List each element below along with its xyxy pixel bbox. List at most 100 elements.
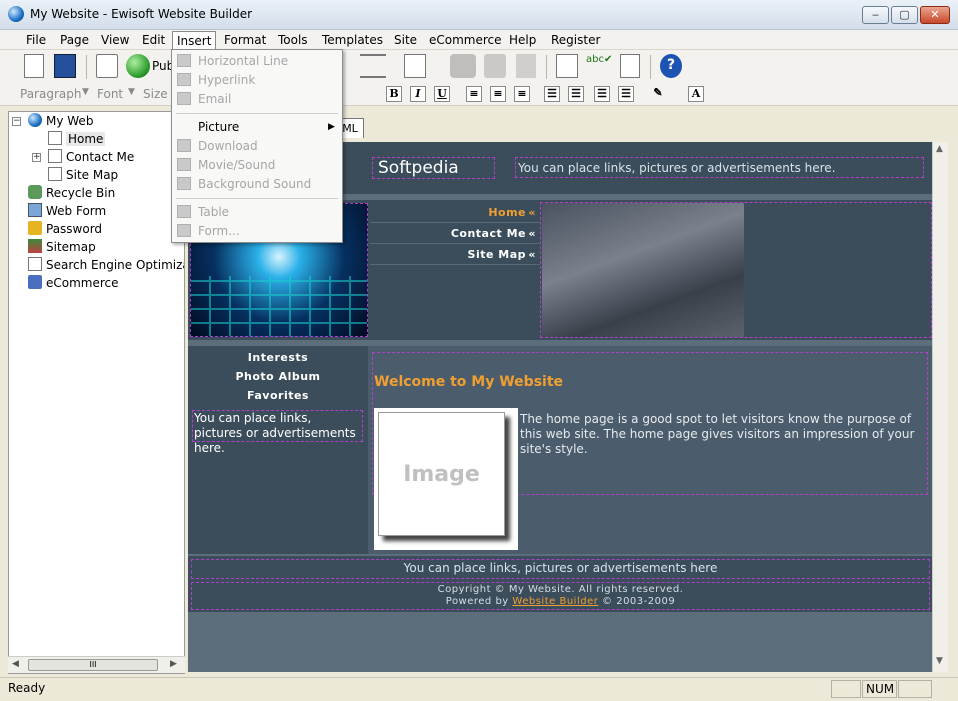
menu-item-email[interactable]: Email xyxy=(172,90,342,108)
nav-link-site-map[interactable]: Site Map « xyxy=(370,244,540,265)
tree-item-ecommerce[interactable]: eCommerce xyxy=(28,275,119,291)
nav-link-contact-me[interactable]: Contact Me « xyxy=(370,223,540,244)
menu-page[interactable]: Page xyxy=(56,32,93,48)
minimize-button[interactable]: ‒ xyxy=(862,6,889,24)
size-select[interactable]: Size xyxy=(143,87,168,101)
publish-icon[interactable] xyxy=(126,54,150,78)
table-icon[interactable] xyxy=(556,54,578,78)
document-icon[interactable] xyxy=(620,54,640,78)
highlight-icon[interactable]: ✎ xyxy=(650,86,666,102)
new-page-icon[interactable] xyxy=(24,54,44,78)
bullet-list-icon[interactable]: ☰ xyxy=(568,86,584,102)
align-right-icon[interactable]: ≡ xyxy=(514,86,530,102)
tree-item-label: Site Map xyxy=(66,168,119,182)
expand-icon[interactable]: + xyxy=(32,153,41,162)
bold-button[interactable]: B xyxy=(386,86,402,102)
insert-picture-icon[interactable] xyxy=(404,54,426,78)
align-center-icon[interactable]: ≡ xyxy=(490,86,506,102)
scroll-up-icon[interactable]: ▲ xyxy=(936,144,943,154)
powered-link[interactable]: Website Builder xyxy=(512,596,598,607)
menu-tools[interactable]: Tools xyxy=(274,32,312,48)
chevron-down-icon[interactable]: ▼ xyxy=(128,87,135,97)
side-link-photo-album[interactable]: Photo Album xyxy=(188,370,368,383)
italic-button[interactable]: I xyxy=(410,86,426,102)
menu-item-form[interactable]: Form... xyxy=(172,222,342,240)
tree-item-my-web[interactable]: My Web xyxy=(28,113,93,129)
menu-format[interactable]: Format xyxy=(220,32,270,48)
menu-view[interactable]: View xyxy=(97,32,133,48)
cart-icon xyxy=(28,275,42,289)
help-icon[interactable]: ? xyxy=(660,54,682,78)
scroll-right-icon[interactable]: ▶ xyxy=(170,659,177,669)
banner-right-box[interactable] xyxy=(540,202,932,338)
nav-arrow-icon: « xyxy=(528,227,536,240)
menu-ecommerce[interactable]: eCommerce xyxy=(425,32,506,48)
image-placeholder[interactable]: Image xyxy=(378,412,505,536)
menu-edit[interactable]: Edit xyxy=(138,32,169,48)
welcome-heading: Welcome to My Website xyxy=(374,374,564,390)
insert-menu-dropdown: Horizontal Line Hyperlink Email Picture ▶… xyxy=(171,49,343,243)
menu-item-movie-sound[interactable]: Movie/Sound xyxy=(172,156,342,174)
save-icon[interactable] xyxy=(54,54,76,78)
toolbar-separator xyxy=(650,55,651,79)
collapse-icon[interactable]: − xyxy=(12,117,21,126)
menu-item-picture[interactable]: Picture ▶ xyxy=(172,118,342,136)
close-button[interactable]: ✕ xyxy=(920,6,950,24)
tree-item-seo[interactable]: Search Engine Optimizati xyxy=(28,257,184,273)
num-lock-indicator: NUM xyxy=(862,680,897,698)
nav-arrow-icon: « xyxy=(528,248,536,261)
scroll-thumb[interactable]: III xyxy=(28,659,158,671)
tree-item-sitemap[interactable]: Sitemap xyxy=(28,239,96,255)
menu-insert[interactable]: Insert xyxy=(172,31,217,50)
menu-item-background-sound[interactable]: Background Sound xyxy=(172,175,342,193)
form-icon xyxy=(28,203,42,217)
sound-icon[interactable] xyxy=(484,54,506,78)
maximize-button[interactable]: ▢ xyxy=(891,6,918,24)
menu-item-download[interactable]: Download xyxy=(172,137,342,155)
menu-item-table[interactable]: Table xyxy=(172,203,342,221)
outdent-icon[interactable]: ☰ xyxy=(594,86,610,102)
menu-item-hyperlink[interactable]: Hyperlink xyxy=(172,71,342,89)
menu-item-horizontal-line[interactable]: Horizontal Line xyxy=(172,52,342,70)
numbered-list-icon[interactable]: ☰ xyxy=(544,86,560,102)
scroll-down-icon[interactable]: ▼ xyxy=(936,656,943,666)
nav-link-home[interactable]: Home « xyxy=(370,202,540,223)
nav-arrow-icon: « xyxy=(528,206,536,219)
spellcheck-icon[interactable]: abc✔ xyxy=(586,54,612,78)
menu-separator xyxy=(176,198,338,199)
tree-horizontal-scrollbar[interactable]: ◀ III ▶ xyxy=(8,656,185,673)
preview-icon[interactable] xyxy=(96,54,118,78)
chevron-down-icon[interactable]: ▼ xyxy=(82,87,89,97)
tree-item-home[interactable]: Home xyxy=(48,131,106,147)
menu-help[interactable]: Help xyxy=(505,32,540,48)
tree-item-web-form[interactable]: Web Form xyxy=(28,203,106,219)
sound-icon xyxy=(177,177,191,190)
menu-item-label: Background Sound xyxy=(198,177,312,191)
scroll-left-icon[interactable]: ◀ xyxy=(12,659,19,669)
align-left-icon[interactable]: ≡ xyxy=(466,86,482,102)
editor-vertical-scrollbar[interactable]: ▲ ▼ xyxy=(932,142,948,672)
menu-item-label: Picture xyxy=(198,120,240,134)
align-icon[interactable] xyxy=(360,54,386,78)
menu-register[interactable]: Register xyxy=(547,32,604,48)
download-icon[interactable] xyxy=(516,54,536,78)
font-select[interactable]: Font xyxy=(97,87,123,101)
form-icon xyxy=(177,224,191,237)
copyright-text: Copyright © My Website. All rights reser… xyxy=(437,584,684,595)
side-ad-text: You can place links, pictures or adverti… xyxy=(194,411,356,455)
side-link-favorites[interactable]: Favorites xyxy=(188,389,368,402)
movie-icon[interactable] xyxy=(450,54,476,78)
menu-templates[interactable]: Templates xyxy=(318,32,387,48)
underline-button[interactable]: U xyxy=(434,86,450,102)
tree-item-recycle-bin[interactable]: Recycle Bin xyxy=(28,185,115,201)
tree-item-site-map[interactable]: Site Map xyxy=(48,167,118,183)
menu-file[interactable]: File xyxy=(22,32,50,48)
table-icon xyxy=(177,205,191,218)
paragraph-select[interactable]: Paragraph xyxy=(20,87,81,101)
indent-icon[interactable]: ☰ xyxy=(618,86,634,102)
tree-item-password[interactable]: Password xyxy=(28,221,102,237)
side-link-interests[interactable]: Interests xyxy=(188,351,368,364)
font-color-icon[interactable]: A xyxy=(688,86,704,102)
tree-item-contact-me[interactable]: Contact Me xyxy=(48,149,134,165)
menu-site[interactable]: Site xyxy=(390,32,421,48)
